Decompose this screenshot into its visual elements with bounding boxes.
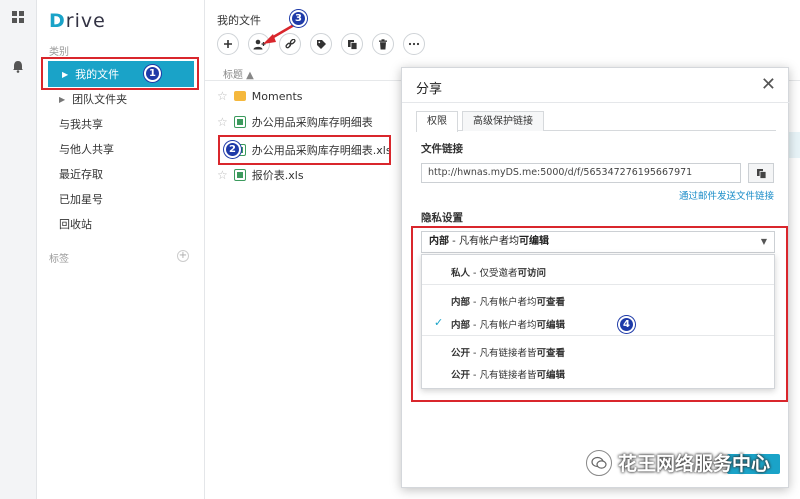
step-badge-1: 1: [144, 65, 161, 82]
sidebar-item-label: 回收站: [59, 218, 92, 231]
spreadsheet-icon: [233, 169, 246, 181]
sidebar-item-label: 最近存取: [59, 168, 103, 181]
more-button[interactable]: [403, 33, 425, 55]
copy-link-button[interactable]: [748, 163, 774, 183]
star-icon[interactable]: ☆: [217, 168, 228, 182]
folder-icon: [233, 91, 246, 101]
trash-icon: [379, 38, 387, 49]
breadcrumb: 我的文件: [217, 14, 261, 27]
share-button[interactable]: [248, 33, 270, 55]
bell-icon[interactable]: [9, 57, 27, 75]
file-link-label: 文件链接: [421, 143, 463, 155]
file-name: 办公用品采购库存明细表: [251, 116, 373, 129]
copy-button[interactable]: [341, 33, 363, 55]
highlight-privacy-options: [411, 226, 788, 402]
caret-right-icon: ▶: [59, 94, 66, 104]
delete-button[interactable]: [372, 33, 394, 55]
star-icon[interactable]: ☆: [217, 115, 228, 129]
watermark: 花王网络服务中心: [586, 449, 770, 476]
dialog-tabs: 权限 高级保护链接: [416, 111, 776, 132]
title-column-header[interactable]: 标题 ▲: [223, 66, 254, 81]
copy-icon: [347, 39, 357, 50]
highlight-my-files: [41, 57, 199, 90]
sidebar-item-shared-with-me[interactable]: 与我共享: [45, 111, 197, 137]
sidebar-item-label: 与我共享: [59, 118, 103, 131]
wechat-icon: [586, 449, 612, 476]
tab-advanced-link[interactable]: 高级保护链接: [462, 111, 544, 131]
tags-section-label: 标签: [49, 254, 69, 265]
file-row[interactable]: ☆ Moments: [217, 84, 303, 108]
category-section-label: 类别: [49, 47, 69, 58]
file-name: 报价表.xls: [251, 169, 304, 182]
email-link[interactable]: 通过邮件发送文件链接: [679, 188, 774, 202]
file-name: Moments: [251, 89, 303, 103]
close-icon[interactable]: ✕: [761, 74, 776, 95]
tab-permissions[interactable]: 权限: [416, 111, 458, 132]
drive-logo: Drive: [49, 10, 106, 32]
copy-icon: [756, 168, 766, 179]
watermark-text: 花王网络服务中心: [618, 453, 771, 475]
link-button[interactable]: [279, 33, 301, 55]
tag-button[interactable]: [310, 33, 332, 55]
more-dots-icon: [408, 42, 420, 46]
sidebar-item-label: 与他人共享: [59, 143, 114, 156]
file-link-field[interactable]: http://hwnas.myDS.me:5000/d/f/5653472761…: [421, 163, 741, 183]
file-row[interactable]: ☆ 办公用品采购库存明细表: [217, 110, 373, 134]
dialog-divider: [402, 102, 790, 103]
star-icon[interactable]: ☆: [217, 89, 228, 103]
dialog-title: 分享: [416, 82, 443, 97]
step-badge-4: 4: [618, 316, 635, 333]
tag-icon: [316, 39, 326, 49]
add-button[interactable]: [217, 33, 239, 55]
link-icon: [284, 38, 296, 48]
sidebar-item-trash[interactable]: 回收站: [45, 211, 197, 237]
add-user-icon: [253, 39, 265, 49]
highlight-selected-file: [218, 135, 391, 165]
plus-icon: [224, 40, 232, 48]
privacy-label: 隐私设置: [421, 212, 463, 224]
step-badge-3: 3: [290, 10, 307, 27]
apps-grid-icon[interactable]: [9, 8, 27, 26]
sidebar-item-label: 团队文件夹: [72, 93, 128, 106]
spreadsheet-icon: [233, 116, 246, 128]
add-tag-icon[interactable]: +: [177, 250, 189, 262]
file-row[interactable]: ☆ 报价表.xls: [217, 163, 304, 187]
app-rail: [0, 0, 37, 499]
sidebar-item-label: 已加星号: [59, 193, 103, 206]
step-badge-2: 2: [224, 141, 241, 158]
sidebar-item-shared-with-others[interactable]: 与他人共享: [45, 136, 197, 162]
sidebar-item-starred[interactable]: 已加星号: [45, 186, 197, 212]
sidebar-item-recent[interactable]: 最近存取: [45, 161, 197, 187]
